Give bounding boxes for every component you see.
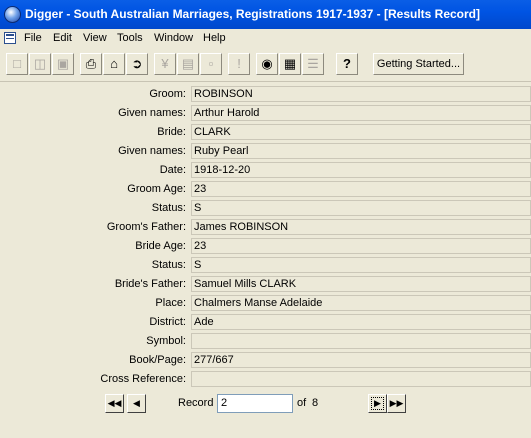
record-number-input[interactable]: 2 xyxy=(217,394,293,413)
next-record-button[interactable]: ▶ xyxy=(368,394,387,413)
record-label: Record xyxy=(178,397,214,409)
field-label: Book/Page: xyxy=(129,354,186,366)
menu-edit[interactable]: Edit xyxy=(53,32,72,44)
field-value[interactable]: ROBINSON xyxy=(191,86,531,102)
field-label: Groom: xyxy=(149,88,186,100)
document-window-icon[interactable] xyxy=(4,32,16,44)
open-icon[interactable]: ◫ xyxy=(29,53,51,75)
table-view-icon[interactable]: ▦ xyxy=(279,53,301,75)
field-value[interactable]: 277/667 xyxy=(191,352,531,368)
home-icon[interactable]: ⌂ xyxy=(103,53,125,75)
field-label: Cross Reference: xyxy=(100,373,186,385)
getting-started-button[interactable]: Getting Started... xyxy=(373,53,464,75)
field-label: Status: xyxy=(151,202,186,214)
toolbar: □ ◫ ▣ ⎙ ⌂ ➲ ¥ ▤ ▫ ! ◉ ▦ ☰ ? Getting Star… xyxy=(0,50,531,82)
field-value[interactable]: 23 xyxy=(191,238,531,254)
last-record-button[interactable]: ▶▶ xyxy=(387,394,406,413)
field-value[interactable]: Ade xyxy=(191,314,531,330)
first-record-button[interactable]: ◀◀ xyxy=(105,394,124,413)
save-icon[interactable]: ▣ xyxy=(52,53,74,75)
previous-record-button[interactable]: ◀ xyxy=(127,394,146,413)
field-value[interactable]: CLARK xyxy=(191,124,531,140)
filter-icon[interactable]: ¥ xyxy=(154,53,176,75)
menu-bar: File Edit View Tools Window Help xyxy=(0,29,531,48)
menu-help[interactable]: Help xyxy=(203,32,226,44)
field-label: Bride: xyxy=(157,126,186,138)
field-label: Given names: xyxy=(118,107,186,119)
field-value[interactable]: S xyxy=(191,200,531,216)
menu-tools[interactable]: Tools xyxy=(117,32,143,44)
field-label: Bride's Father: xyxy=(114,278,186,290)
field-label: Date: xyxy=(159,164,186,176)
field-value[interactable]: Samuel Mills CLARK xyxy=(191,276,531,292)
window-title: Digger - South Australian Marriages, Reg… xyxy=(25,7,481,21)
export-icon[interactable]: ➲ xyxy=(126,53,148,75)
field-value[interactable]: 23 xyxy=(191,181,531,197)
new-icon[interactable]: □ xyxy=(6,53,28,75)
title-bar: Digger - South Australian Marriages, Reg… xyxy=(0,0,531,29)
field-value[interactable] xyxy=(191,333,531,349)
app-icon[interactable] xyxy=(4,6,21,23)
field-label: Bride Age: xyxy=(135,240,186,252)
field-value[interactable]: S xyxy=(191,257,531,273)
field-value[interactable]: Arthur Harold xyxy=(191,105,531,121)
field-value[interactable]: 1918-12-20 xyxy=(191,162,531,178)
field-label: Given names: xyxy=(118,145,186,157)
field-label: Status: xyxy=(151,259,186,271)
menu-window[interactable]: Window xyxy=(154,32,193,44)
copy-icon[interactable]: ▤ xyxy=(177,53,199,75)
field-label: District: xyxy=(149,316,186,328)
field-label: Place: xyxy=(155,297,186,309)
field-value[interactable] xyxy=(191,371,531,387)
menu-file[interactable]: File xyxy=(24,32,42,44)
field-label: Symbol: xyxy=(146,335,186,347)
binoculars-icon[interactable]: ◉ xyxy=(256,53,278,75)
field-value[interactable]: James ROBINSON xyxy=(191,219,531,235)
record-view-icon[interactable]: ☰ xyxy=(302,53,324,75)
print-icon[interactable]: ⎙ xyxy=(80,53,102,75)
field-label: Groom Age: xyxy=(127,183,186,195)
help-icon[interactable]: ? xyxy=(336,53,358,75)
of-label: of xyxy=(297,397,307,409)
field-value[interactable]: Ruby Pearl xyxy=(191,143,531,159)
paste-icon[interactable]: ▫ xyxy=(200,53,222,75)
total-records: 8 xyxy=(312,397,319,409)
field-value[interactable]: Chalmers Manse Adelaide xyxy=(191,295,531,311)
menu-view[interactable]: View xyxy=(83,32,107,44)
alert-icon[interactable]: ! xyxy=(228,53,250,75)
field-label: Groom's Father: xyxy=(106,221,186,233)
